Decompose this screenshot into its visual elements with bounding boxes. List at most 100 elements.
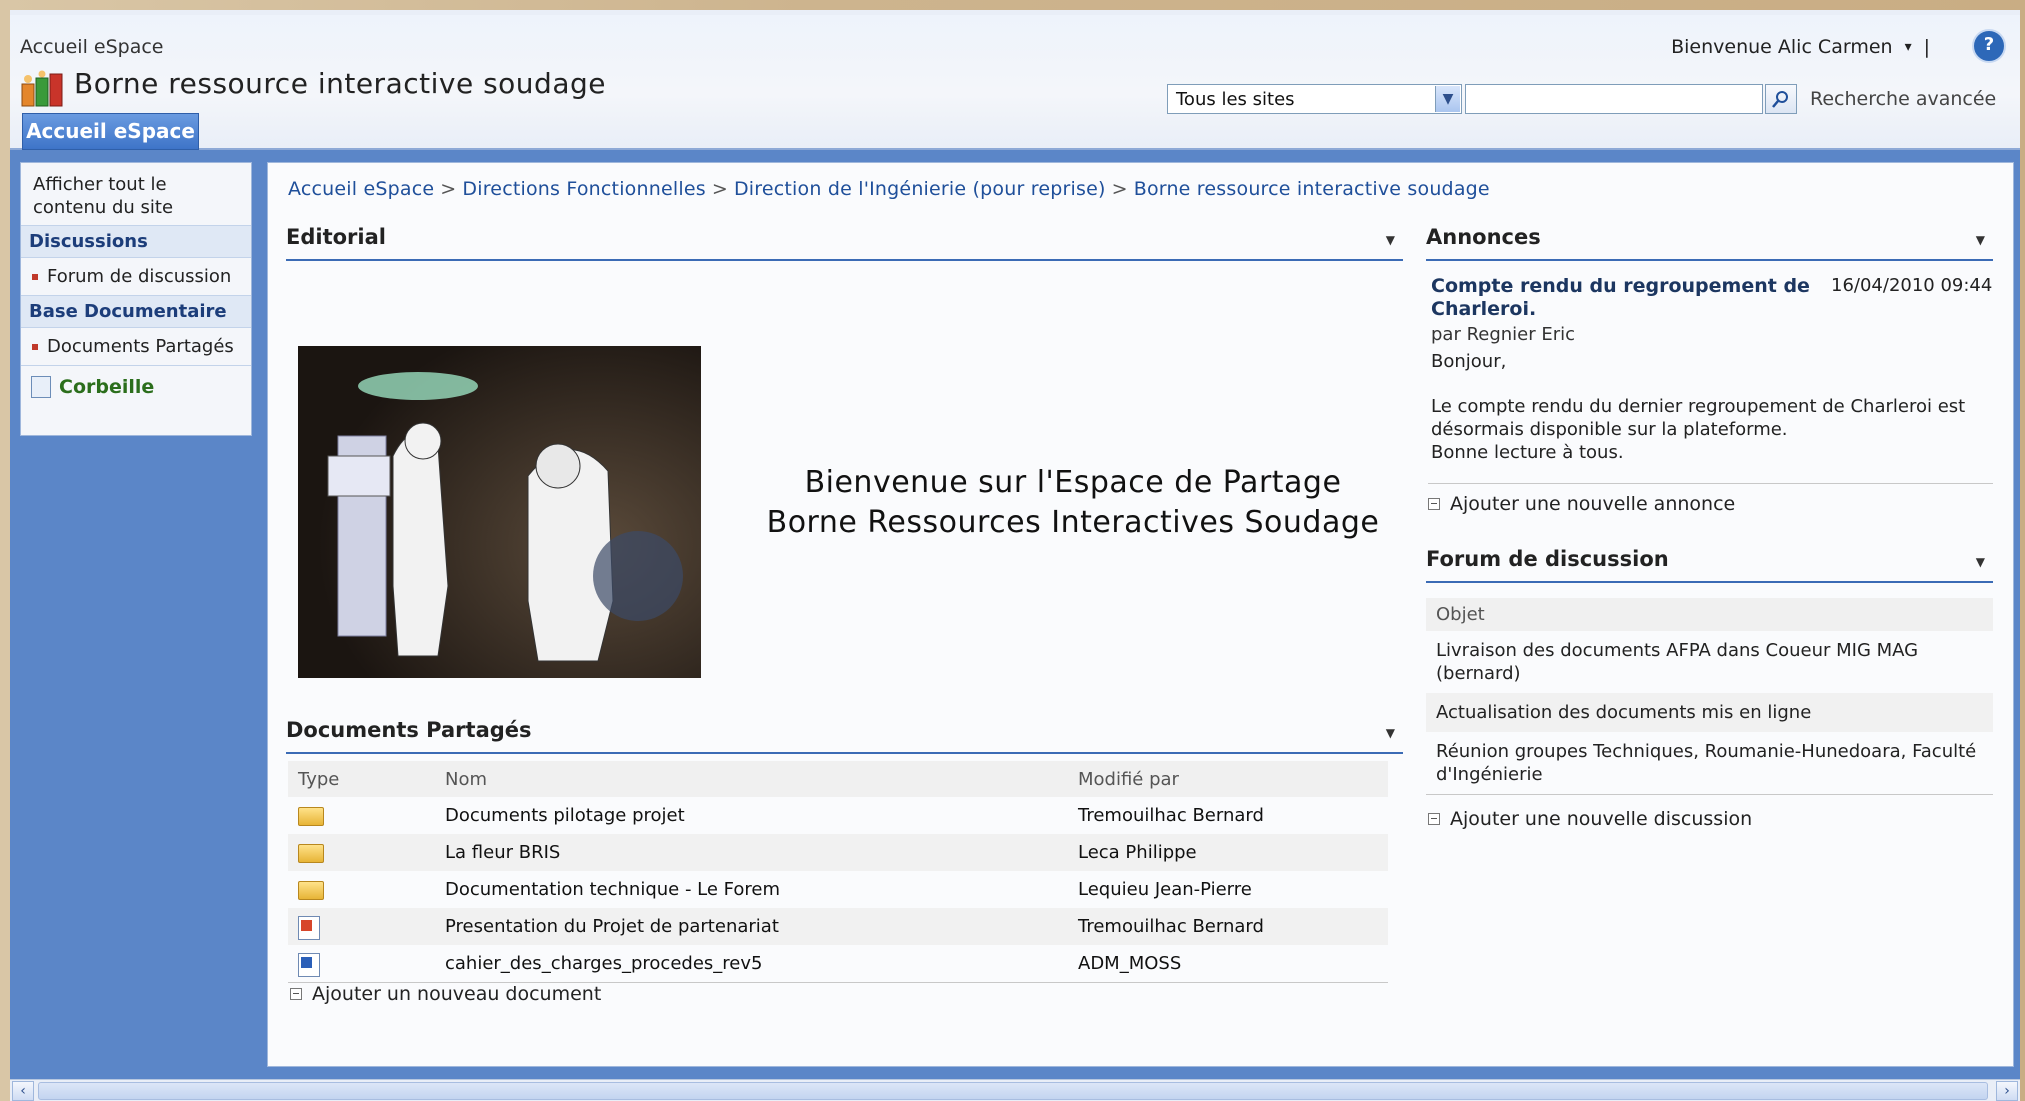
nav-item-forum[interactable]: Forum de discussion xyxy=(21,258,251,295)
welcome-line-2: Borne Ressources Interactives Soudage xyxy=(766,505,1380,540)
add-icon xyxy=(1428,498,1440,510)
add-announcement-label: Ajouter une nouvelle annonce xyxy=(1450,493,1736,515)
site-logo-icon xyxy=(21,70,63,107)
announcement-greeting: Bonjour, xyxy=(1431,351,1507,372)
breadcrumb-separator: > xyxy=(440,178,457,200)
scrollbar-thumb[interactable] xyxy=(38,1082,1988,1100)
document-name-link[interactable]: Presentation du Projet de partenariat xyxy=(435,908,1068,945)
row-type-cell xyxy=(288,871,435,908)
folder-icon[interactable] xyxy=(298,806,324,826)
webpart-menu-icon[interactable]: ▼ xyxy=(1976,233,1985,247)
breadcrumb-separator: > xyxy=(711,178,728,200)
add-discussion-link[interactable]: Ajouter une nouvelle discussion xyxy=(1428,808,1752,830)
column-header-objet[interactable]: Objet xyxy=(1426,598,1993,631)
horizontal-scrollbar[interactable]: ‹ › xyxy=(10,1079,2020,1101)
row-type-cell xyxy=(288,834,435,871)
documents-table: Type Nom Modifié par Documents pilotage … xyxy=(288,761,1388,983)
row-type-cell xyxy=(288,908,435,945)
webpart-menu-icon[interactable]: ▼ xyxy=(1386,233,1395,247)
nav-heading-base-documentaire[interactable]: Base Documentaire xyxy=(21,295,251,328)
breadcrumb-item[interactable]: Direction de l'Ingénierie (pour reprise) xyxy=(734,178,1106,200)
divider xyxy=(1428,483,1993,484)
chevron-down-icon[interactable]: ▾ xyxy=(1905,39,1912,55)
document-name-link[interactable]: La fleur BRIS xyxy=(435,834,1068,871)
recycle-bin-label: Corbeille xyxy=(59,376,155,398)
nav-heading-discussions[interactable]: Discussions xyxy=(21,225,251,258)
welcome-line-1: Bienvenue sur l'Espace de Partage xyxy=(804,465,1342,500)
search-scope-select[interactable]: Tous les sites ▼ xyxy=(1167,84,1462,114)
announcement-closing: Bonne lecture à tous. xyxy=(1431,442,1624,463)
tab-accueil-espace[interactable]: Accueil eSpace xyxy=(22,113,199,150)
table-row: Documents pilotage projet Tremouilhac Be… xyxy=(288,797,1388,834)
documents-title: Documents Partagés xyxy=(286,718,532,742)
add-document-label: Ajouter un nouveau document xyxy=(312,983,602,1005)
editorial-webpart-title[interactable]: Editorial ▼ xyxy=(286,225,1403,261)
welcome-text[interactable]: Bienvenue Alic Carmen xyxy=(1671,36,1892,58)
forum-webpart-title[interactable]: Forum de discussion ▼ xyxy=(1426,547,1993,583)
welcome-menu[interactable]: Bienvenue Alic Carmen ▾ | xyxy=(1671,36,1930,58)
word-icon[interactable] xyxy=(298,953,320,977)
announcements-webpart-title[interactable]: Annonces ▼ xyxy=(1426,225,1993,261)
modified-by[interactable]: ADM_MOSS xyxy=(1068,945,1388,983)
table-header-row: Type Nom Modifié par xyxy=(288,761,1388,797)
quick-launch: Afficher tout le contenu du site Discuss… xyxy=(20,162,252,436)
separator: | xyxy=(1923,36,1930,58)
add-icon xyxy=(290,988,302,1000)
column-header-name[interactable]: Nom xyxy=(435,761,1068,797)
breadcrumb-item[interactable]: Accueil eSpace xyxy=(288,178,434,200)
webpart-menu-icon[interactable]: ▼ xyxy=(1386,726,1395,740)
list-item[interactable]: Livraison des documents AFPA dans Coueur… xyxy=(1426,631,1993,693)
list-item[interactable]: Actualisation des documents mis en ligne xyxy=(1426,693,1993,732)
add-announcement-link[interactable]: Ajouter une nouvelle annonce xyxy=(1428,493,1735,515)
recycle-bin-link[interactable]: Corbeille xyxy=(21,365,251,408)
breadcrumb-item[interactable]: Directions Fonctionnelles xyxy=(462,178,705,200)
search-input[interactable] xyxy=(1465,84,1763,114)
announcement-author: par Regnier Eric xyxy=(1431,324,1576,345)
folder-icon[interactable] xyxy=(298,880,324,900)
row-type-cell xyxy=(288,945,435,983)
document-name-link[interactable]: Documentation technique - Le Forem xyxy=(435,871,1068,908)
announcement-text: Le compte rendu du dernier regroupement … xyxy=(1431,396,1966,440)
modified-by[interactable]: Tremouilhac Bernard xyxy=(1068,908,1388,945)
modified-by[interactable]: Leca Philippe xyxy=(1068,834,1388,871)
list-item[interactable]: Réunion groupes Techniques, Roumanie-Hun… xyxy=(1426,732,1993,795)
add-icon xyxy=(1428,813,1440,825)
announcement-body: Bonjour, Le compte rendu du dernier regr… xyxy=(1431,350,1971,464)
search-button[interactable] xyxy=(1765,84,1797,114)
site-header: Accueil eSpace Bienvenue Alic Carmen ▾ |… xyxy=(10,15,2020,150)
add-discussion-label: Ajouter une nouvelle discussion xyxy=(1450,808,1753,830)
global-breadcrumb-link[interactable]: Accueil eSpace xyxy=(20,36,163,58)
nav-item-documents-partages[interactable]: Documents Partagés xyxy=(21,328,251,365)
search-icon xyxy=(1772,91,1788,108)
folder-icon[interactable] xyxy=(298,843,324,863)
help-icon[interactable]: ? xyxy=(1972,29,2006,63)
document-name-link[interactable]: Documents pilotage projet xyxy=(435,797,1068,834)
table-row: La fleur BRIS Leca Philippe xyxy=(288,834,1388,871)
powerpoint-icon[interactable] xyxy=(298,916,320,940)
modified-by[interactable]: Tremouilhac Bernard xyxy=(1068,797,1388,834)
chevron-down-icon[interactable]: ▼ xyxy=(1435,86,1460,112)
announcements-title: Annonces xyxy=(1426,225,1541,249)
documents-webpart-title[interactable]: Documents Partagés ▼ xyxy=(286,718,1403,754)
column-header-type[interactable]: Type xyxy=(288,761,435,797)
webpart-menu-icon[interactable]: ▼ xyxy=(1976,555,1985,569)
main-content: Accueil eSpace > Directions Fonctionnelles… xyxy=(267,162,2014,1067)
scroll-right-button[interactable]: › xyxy=(1996,1081,2018,1101)
forum-title: Forum de discussion xyxy=(1426,547,1669,571)
table-row: Documentation technique - Le Forem Lequi… xyxy=(288,871,1388,908)
scroll-left-button[interactable]: ‹ xyxy=(12,1081,34,1101)
modified-by[interactable]: Lequieu Jean-Pierre xyxy=(1068,871,1388,908)
recycle-bin-icon xyxy=(31,376,51,398)
browser-window: Accueil eSpace Bienvenue Alic Carmen ▾ |… xyxy=(10,10,2020,1101)
column-header-modified-by[interactable]: Modifié par xyxy=(1068,761,1388,797)
welcome-message: Bienvenue sur l'Espace de Partage Borne … xyxy=(718,463,1428,543)
breadcrumb: Accueil eSpace > Directions Fonctionnelles… xyxy=(288,178,1490,200)
site-title: Borne ressource interactive soudage xyxy=(74,67,606,100)
search-scope-value: Tous les sites xyxy=(1176,89,1295,110)
view-all-content-link[interactable]: Afficher tout le contenu du site xyxy=(21,163,251,225)
add-document-link[interactable]: Ajouter un nouveau document xyxy=(290,983,601,1005)
announcement-title-link[interactable]: Compte rendu du regroupement de Charlero… xyxy=(1431,275,1871,321)
welcome-illustration xyxy=(298,346,701,678)
document-name-link[interactable]: cahier_des_charges_procedes_rev5 xyxy=(435,945,1068,983)
advanced-search-link[interactable]: Recherche avancée xyxy=(1810,88,1996,110)
